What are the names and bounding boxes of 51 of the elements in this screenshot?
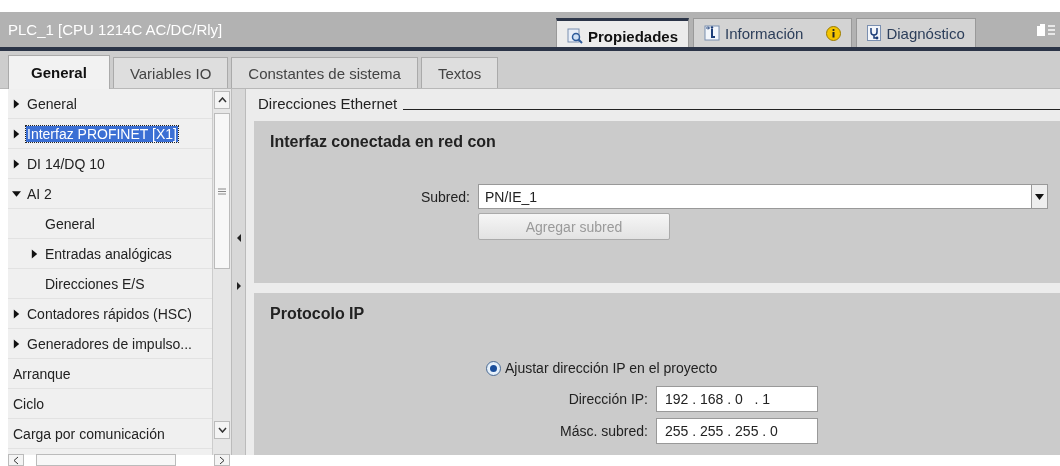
- radio-button[interactable]: [486, 360, 501, 376]
- expand-arrow-icon[interactable]: [12, 308, 21, 319]
- radio-label[interactable]: Ajustar dirección IP en el proyecto: [505, 360, 718, 376]
- window-title: PLC_1 [CPU 1214C AC/DC/Rly]: [7, 21, 224, 38]
- magnifier-page-icon: [567, 28, 583, 44]
- info-badge-icon: [826, 25, 842, 41]
- panel-tab[interactable]: Información: [693, 18, 853, 47]
- tab[interactable]: Variables IO: [112, 57, 229, 88]
- expand-arrow-icon[interactable]: [12, 128, 21, 139]
- scrollbar-thumb[interactable]: [36, 454, 176, 466]
- tree-item[interactable]: General: [44, 215, 96, 232]
- tree-item[interactable]: Entradas analógicas: [44, 245, 173, 262]
- tree-item[interactable]: Direcciones E/S: [44, 275, 146, 292]
- section-title: Direcciones Ethernet: [258, 94, 398, 112]
- scroll-right-icon[interactable]: [219, 455, 225, 465]
- expand-arrow-icon[interactable]: [12, 158, 21, 169]
- tab[interactable]: Textos: [420, 57, 499, 88]
- field-label: Másc. subred:: [559, 423, 648, 439]
- tree-item[interactable]: Carga por comunicación: [12, 425, 166, 442]
- tree-item[interactable]: Generadores de impulso...: [26, 335, 193, 352]
- tree-item[interactable]: Contadores rápidos (HSC): [26, 305, 193, 322]
- grip-icon: [218, 187, 226, 195]
- scroll-down-icon[interactable]: [217, 427, 227, 433]
- expand-arrow-icon[interactable]: [12, 338, 21, 349]
- tree-item[interactable]: AI 2: [26, 185, 53, 202]
- group-title: Protocolo IP: [270, 305, 366, 323]
- dropdown-arrow-icon: [1035, 193, 1044, 200]
- tab[interactable]: General: [8, 55, 110, 89]
- scroll-up-icon[interactable]: [217, 97, 227, 103]
- field-label: Dirección IP:: [567, 391, 648, 407]
- ip-field[interactable]: 255 . 255 . 255 . 0: [656, 418, 818, 444]
- field-label: Subred:: [419, 188, 470, 205]
- tree-item[interactable]: Arranque: [12, 365, 72, 382]
- collapse-left-icon[interactable]: [236, 234, 241, 242]
- tab[interactable]: Constantes de sistema: [231, 57, 418, 88]
- expand-arrow-icon[interactable]: [12, 98, 21, 109]
- tree-item[interactable]: DI 14/DQ 10: [26, 155, 106, 172]
- ip-field[interactable]: 192 . 168 . 0 . 1: [656, 386, 818, 412]
- group-title: Interfaz conectada en red con: [270, 133, 497, 151]
- expand-arrow-icon[interactable]: [30, 248, 39, 259]
- tree-item[interactable]: General: [26, 95, 78, 112]
- tree-item[interactable]: Interfaz PROFINET [X1]: [26, 125, 178, 142]
- stethoscope-icon: [867, 25, 882, 41]
- vertical-scrollbar[interactable]: [212, 89, 231, 455]
- tree-item[interactable]: Ciclo: [12, 395, 46, 412]
- subnet-dropdown[interactable]: PN/IE_1: [478, 184, 1048, 209]
- scroll-left-icon[interactable]: [13, 455, 19, 465]
- panel-tab[interactable]: Diagnóstico: [856, 18, 976, 47]
- expand-right-icon[interactable]: [236, 282, 241, 290]
- panel-tab[interactable]: Propiedades: [556, 18, 690, 47]
- collapse-arrow-icon[interactable]: [12, 188, 21, 199]
